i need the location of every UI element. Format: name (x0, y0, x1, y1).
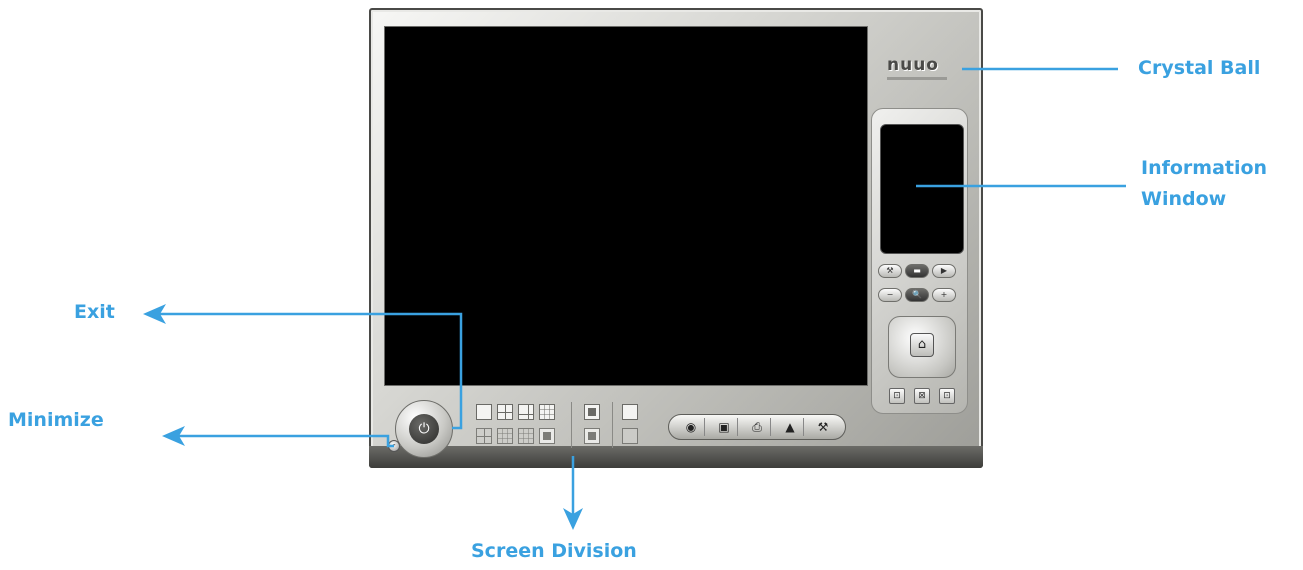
information-window-label-line1: Information (1141, 157, 1268, 179)
minimize-arrow-line (176, 434, 394, 448)
screen-division-label: Screen Division (471, 540, 637, 562)
annotation-lines (143, 67, 1126, 530)
information-window-label-line2: Window (1141, 188, 1227, 210)
exit-label: Exit (74, 301, 115, 323)
minimize-label: Minimize (8, 409, 104, 431)
exit-arrow-line (158, 312, 463, 430)
crystal-ball-label: Crystal Ball (1138, 57, 1261, 79)
